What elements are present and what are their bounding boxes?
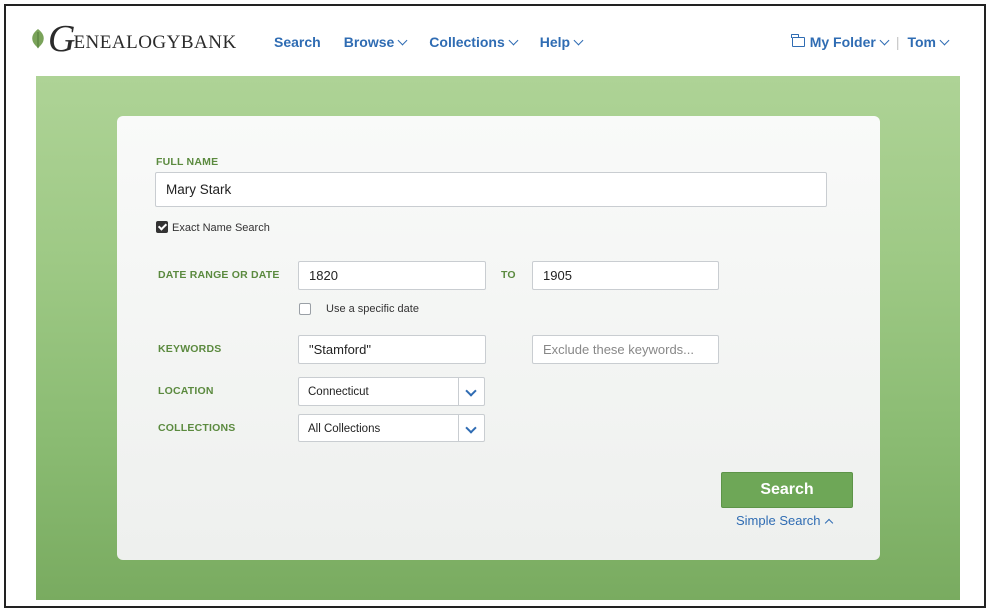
date-from-input[interactable] (298, 261, 486, 290)
keywords-input[interactable] (298, 335, 486, 364)
chevron-down-icon (879, 35, 890, 45)
search-form-card: FULL NAME Exact Name Search DATE RANGE O… (117, 116, 880, 560)
to-label: TO (501, 269, 516, 281)
nav-collections-label: Collections (429, 34, 505, 50)
logo-initial: G (48, 18, 76, 60)
location-select[interactable]: Connecticut (298, 377, 485, 406)
search-hero-background: FULL NAME Exact Name Search DATE RANGE O… (36, 76, 960, 600)
folder-icon (791, 34, 805, 47)
nav-help-label: Help (539, 34, 571, 50)
leaf-icon (32, 29, 44, 49)
chevron-down-icon (465, 422, 477, 434)
chevron-up-icon (824, 518, 833, 527)
nav-search[interactable]: Search (274, 34, 321, 50)
chevron-down-icon (397, 35, 408, 45)
exact-name-label: Exact Name Search (172, 222, 270, 234)
simple-search-link[interactable]: Simple Search (736, 513, 833, 528)
keywords-label: KEYWORDS (158, 343, 222, 355)
simple-search-label: Simple Search (736, 513, 821, 528)
nav-divider: | (895, 34, 900, 50)
chevron-down-icon (573, 35, 584, 45)
full-name-input[interactable] (155, 172, 827, 207)
nav-browse-label: Browse (343, 34, 395, 50)
search-button[interactable]: Search (721, 472, 853, 508)
nav-browse[interactable]: Browse (343, 34, 408, 50)
specific-date-checkbox[interactable] (299, 303, 311, 315)
nav-search-label: Search (274, 34, 321, 50)
location-value: Connecticut (308, 386, 369, 398)
specific-date-label: Use a specific date (326, 303, 419, 315)
browser-frame: G ENEALOGYBANK Search Browse Collections… (4, 4, 986, 608)
user-name: Tom (907, 34, 936, 50)
collections-select[interactable]: All Collections (298, 414, 485, 442)
collections-label: COLLECTIONS (158, 422, 236, 434)
chevron-down-icon (939, 35, 950, 45)
nav-collections[interactable]: Collections (429, 34, 519, 50)
date-range-label: DATE RANGE OR DATE (158, 269, 280, 281)
exclude-keywords-input[interactable] (532, 335, 719, 364)
location-dropdown-button[interactable] (458, 378, 484, 405)
search-button-label: Search (760, 481, 814, 498)
my-folder-label: My Folder (809, 34, 876, 50)
date-to-input[interactable] (532, 261, 719, 290)
nav-help[interactable]: Help (539, 34, 584, 50)
my-folder-menu[interactable]: My Folder (791, 34, 890, 50)
location-label: LOCATION (158, 385, 214, 397)
chevron-down-icon (508, 35, 519, 45)
genealogybank-logo[interactable]: G ENEALOGYBANK (30, 16, 237, 62)
full-name-label: FULL NAME (156, 156, 219, 168)
collections-dropdown-button[interactable] (458, 415, 484, 441)
user-nav: My Folder | Tom (791, 34, 950, 50)
collections-value: All Collections (308, 423, 381, 435)
chevron-down-icon (465, 385, 477, 397)
exact-name-checkbox[interactable] (156, 221, 168, 233)
logo-text: ENEALOGYBANK (73, 32, 237, 53)
user-menu[interactable]: Tom (907, 34, 950, 50)
main-nav: Search Browse Collections Help (274, 34, 605, 50)
